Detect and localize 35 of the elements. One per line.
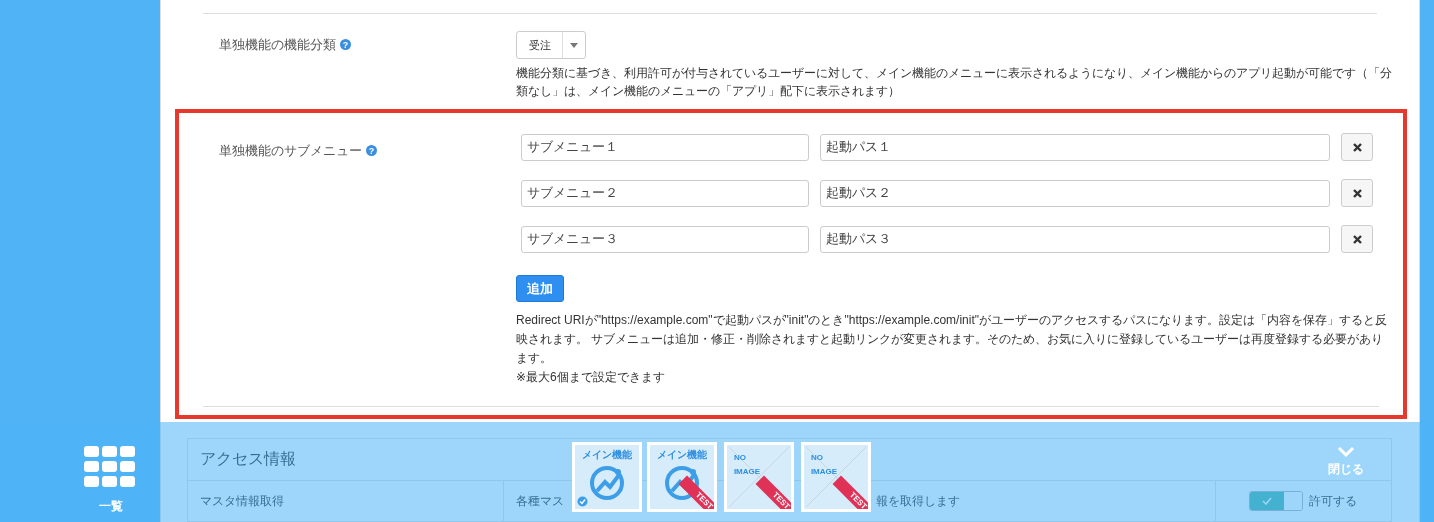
check-icon [1262, 497, 1272, 505]
description: 機能分類に基づき、利用許可が付与されているユーザーに対して、メイン機能のメニューに表示されるようになり、メイン機能からのアプリ起動が可能です（「分類なし」は、メイン機能のメニューの「アプリ」配下に表示されます） [516, 65, 1393, 100]
field-label: 単独機能のサブメニュー [219, 142, 362, 160]
field-label: 単独機能の機能分類 [219, 36, 336, 54]
help-icon[interactable]: ? [366, 145, 377, 156]
limit-note: ※最大6個まで設定できます [516, 369, 666, 386]
toggle-switch[interactable] [1249, 491, 1303, 511]
add-button[interactable]: 追加 [516, 275, 564, 302]
chart-check-icon [588, 464, 626, 502]
toggle-label: 許可する [1309, 492, 1357, 510]
table-cell: 報を取得します [876, 492, 960, 510]
help-icon[interactable]: ? [340, 39, 351, 50]
note-text: Redirect URIが"https://example.com"で起動パスが"init"のとき"https://example.com/init"がユーザーのアクセスするパスになります。設定は「内容を保存」すると反映されます。 サブメニューは追加・修正・削除されますと起動リンクが変更されます。そのため、お気に入りに登録しているユーザーは再度登録する必要があります。 [516, 312, 1388, 367]
category-select[interactable]: 受注 [516, 31, 586, 59]
table-cell: 各種マス [516, 492, 564, 510]
close-icon [1352, 188, 1362, 198]
submenu-name-field[interactable]: サブメニュー１ [521, 133, 809, 161]
launch-path-field[interactable]: 起動パス１ [820, 133, 1330, 161]
panel-title: アクセス情報 [200, 450, 296, 467]
app-tile[interactable]: メイン機能 [572, 442, 642, 512]
launch-path-field[interactable]: 起動パス２ [820, 179, 1330, 207]
check-badge-icon [577, 496, 588, 507]
grid-icon [84, 446, 138, 488]
caret-icon [570, 42, 578, 48]
remove-button[interactable] [1341, 133, 1373, 161]
remove-button[interactable] [1341, 225, 1373, 253]
chevron-down-icon [1337, 446, 1355, 457]
table-cell: マスタ情報取得 [200, 492, 284, 510]
app-list-button[interactable]: 一覧 [84, 446, 138, 515]
close-icon [1352, 142, 1362, 152]
close-icon [1352, 234, 1362, 244]
remove-button[interactable] [1341, 179, 1373, 207]
submenu-name-field[interactable]: サブメニュー２ [521, 179, 809, 207]
submenu-name-field[interactable]: サブメニュー３ [521, 225, 809, 253]
launch-path-field[interactable]: 起動パス３ [820, 225, 1330, 253]
